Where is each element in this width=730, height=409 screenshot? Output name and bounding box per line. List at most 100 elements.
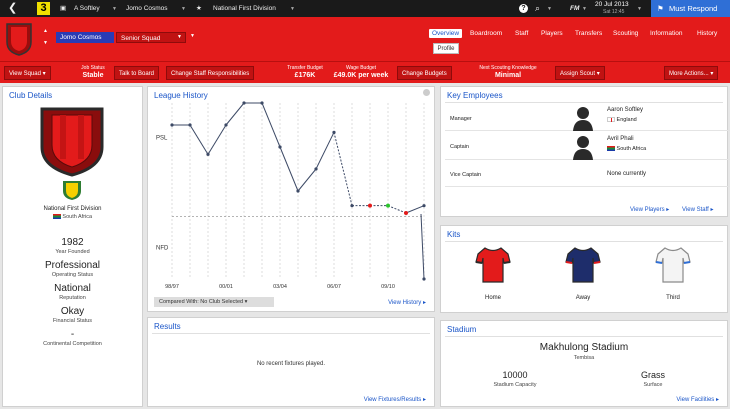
- chevron-down-icon[interactable]: ▼: [181, 6, 186, 12]
- view-fixtures-link[interactable]: View Fixtures/Results ▸: [364, 396, 426, 403]
- divider: [445, 241, 723, 242]
- operating-status: Professional: [44, 260, 101, 271]
- chevron-down-icon[interactable]: ▼: [290, 6, 295, 12]
- chart-point: [278, 145, 282, 149]
- chart-series-line: [297, 168, 317, 192]
- tab-information[interactable]: Information: [650, 30, 683, 37]
- key-employees-title: Key Employees: [447, 91, 503, 100]
- financial-status: Okay: [60, 306, 85, 317]
- tab-scouting[interactable]: Scouting: [613, 30, 638, 37]
- chevron-down-icon[interactable]: ▼: [43, 40, 48, 46]
- stadium-capacity-label: Stadium Capacity: [493, 382, 537, 388]
- home-kit-icon[interactable]: [475, 246, 511, 284]
- chart-tick-label: 06/07: [327, 284, 341, 290]
- away-kit-icon[interactable]: [565, 246, 601, 284]
- chart-series-line: [387, 205, 407, 214]
- view-staff-link[interactable]: View Staff ▸: [682, 206, 713, 213]
- league-badge-icon: [63, 181, 81, 200]
- third-kit-icon[interactable]: [655, 246, 691, 284]
- club-crest-icon: [40, 107, 104, 177]
- chart-point: [350, 204, 354, 208]
- game-time: Sat 12:45: [603, 9, 625, 15]
- tab-boardroom[interactable]: Boardroom: [470, 30, 502, 37]
- employee-row-manager[interactable]: Manager Aaron Softley England: [445, 103, 730, 131]
- chevron-down-icon[interactable]: ▼: [190, 33, 195, 39]
- division-tab[interactable]: National First Division: [213, 0, 276, 17]
- key-employees-panel: Key Employees Manager Aaron Softley Engl…: [440, 86, 730, 217]
- employee-row-vice-captain[interactable]: Vice Captain None currently: [445, 161, 730, 187]
- chart-point: [422, 204, 426, 208]
- search-icon[interactable]: ⌕: [535, 0, 540, 17]
- settings-icon[interactable]: [423, 89, 430, 96]
- chart-point: [206, 152, 210, 156]
- tab-overview[interactable]: Overview: [429, 29, 463, 38]
- employee-name: None currently: [607, 171, 647, 177]
- tab-history[interactable]: History: [697, 30, 717, 37]
- tab-transfers[interactable]: Transfers: [575, 30, 602, 37]
- chart-point: [224, 123, 228, 127]
- employee-row-captain[interactable]: Captain Avril Phali South Africa: [445, 132, 730, 160]
- change-responsibilities-button[interactable]: Change Staff Responsibilities: [166, 66, 255, 80]
- chevron-down-icon: ▾: [596, 71, 600, 77]
- chevron-down-icon[interactable]: ▼: [582, 6, 587, 12]
- view-players-link[interactable]: View Players ▸: [630, 206, 669, 213]
- tab-players[interactable]: Players: [541, 30, 563, 37]
- more-actions-button[interactable]: More Actions... ▾: [664, 66, 719, 80]
- chevron-down-icon[interactable]: ▼: [637, 6, 642, 12]
- kit-label: Away: [575, 295, 591, 301]
- game-date: 20 Jul 2013: [595, 1, 629, 8]
- home-icon: ⚑: [657, 4, 664, 13]
- chart-y-label: PSL: [156, 136, 168, 142]
- financial-status-label: Financial Status: [52, 318, 93, 324]
- employee-role: Manager: [450, 116, 472, 122]
- chart-series-line: [225, 102, 245, 126]
- chevron-down-icon[interactable]: ▼: [177, 34, 182, 40]
- view-squad-button[interactable]: View Squad ▾: [4, 66, 51, 80]
- south-africa-flag-icon: [607, 146, 615, 152]
- results-empty-message: No recent fixtures played.: [256, 361, 326, 367]
- manager-icon: ▣: [60, 5, 67, 12]
- chevron-up-icon[interactable]: ▲: [43, 28, 48, 34]
- job-status: Job Status Stable: [81, 65, 105, 79]
- talk-to-board-button[interactable]: Talk to Board: [114, 66, 160, 80]
- trophy-icon: ★: [196, 5, 202, 12]
- kit-label: Home: [484, 295, 501, 301]
- employee-name: Aaron Softley: [607, 107, 644, 113]
- chart-series-line: [333, 132, 353, 206]
- chart-point: [332, 130, 336, 134]
- club-logo-icon[interactable]: 3: [37, 2, 50, 15]
- kits-panel: Kits Home Away Third: [440, 225, 728, 313]
- stadium-panel: Stadium Makhulong Stadium Tembisa 10000 …: [440, 320, 728, 407]
- help-icon[interactable]: ?: [519, 4, 528, 13]
- chart-series-line: [405, 205, 425, 214]
- chart-point: [368, 203, 372, 208]
- results-title: Results: [154, 322, 181, 331]
- chevron-down-icon[interactable]: ▼: [547, 6, 552, 12]
- chart-point: [386, 203, 390, 208]
- view-facilities-link[interactable]: View Facilities ▸: [676, 396, 719, 403]
- must-respond-button[interactable]: ⚑ Must Respond: [651, 0, 730, 17]
- compare-selector[interactable]: Compared With: No Club Selected ▾: [154, 297, 274, 307]
- change-budgets-button[interactable]: Change Budgets: [397, 66, 452, 80]
- squad-selector[interactable]: Senior Squad: [116, 32, 186, 43]
- chart-point: [260, 101, 264, 105]
- club-selector[interactable]: Jomo Cosmos: [56, 32, 114, 43]
- profile-button[interactable]: Profile: [433, 43, 459, 54]
- chevron-down-icon: ▾: [42, 71, 46, 77]
- divider: [152, 333, 430, 334]
- assign-scout-button[interactable]: Assign Scout ▾: [555, 66, 605, 80]
- chevron-down-icon[interactable]: ▼: [112, 6, 117, 12]
- league-history-title: League History: [154, 91, 208, 100]
- view-history-link[interactable]: View History ▸: [388, 299, 426, 306]
- tab-staff[interactable]: Staff: [515, 30, 528, 37]
- chart-point: [170, 123, 174, 127]
- chart-point: [314, 167, 318, 171]
- reputation-label: Reputation: [59, 295, 86, 301]
- chart-y-label: NFD: [156, 246, 169, 252]
- club-tab[interactable]: Jomo Cosmos: [126, 0, 168, 17]
- fm-menu[interactable]: FM: [570, 0, 579, 17]
- back-icon[interactable]: ❮: [8, 0, 17, 17]
- manager-tab[interactable]: A Softley: [74, 0, 100, 17]
- continental-competition-label: Continental Competition: [43, 341, 102, 347]
- stadium-surface-label: Surface: [643, 382, 663, 388]
